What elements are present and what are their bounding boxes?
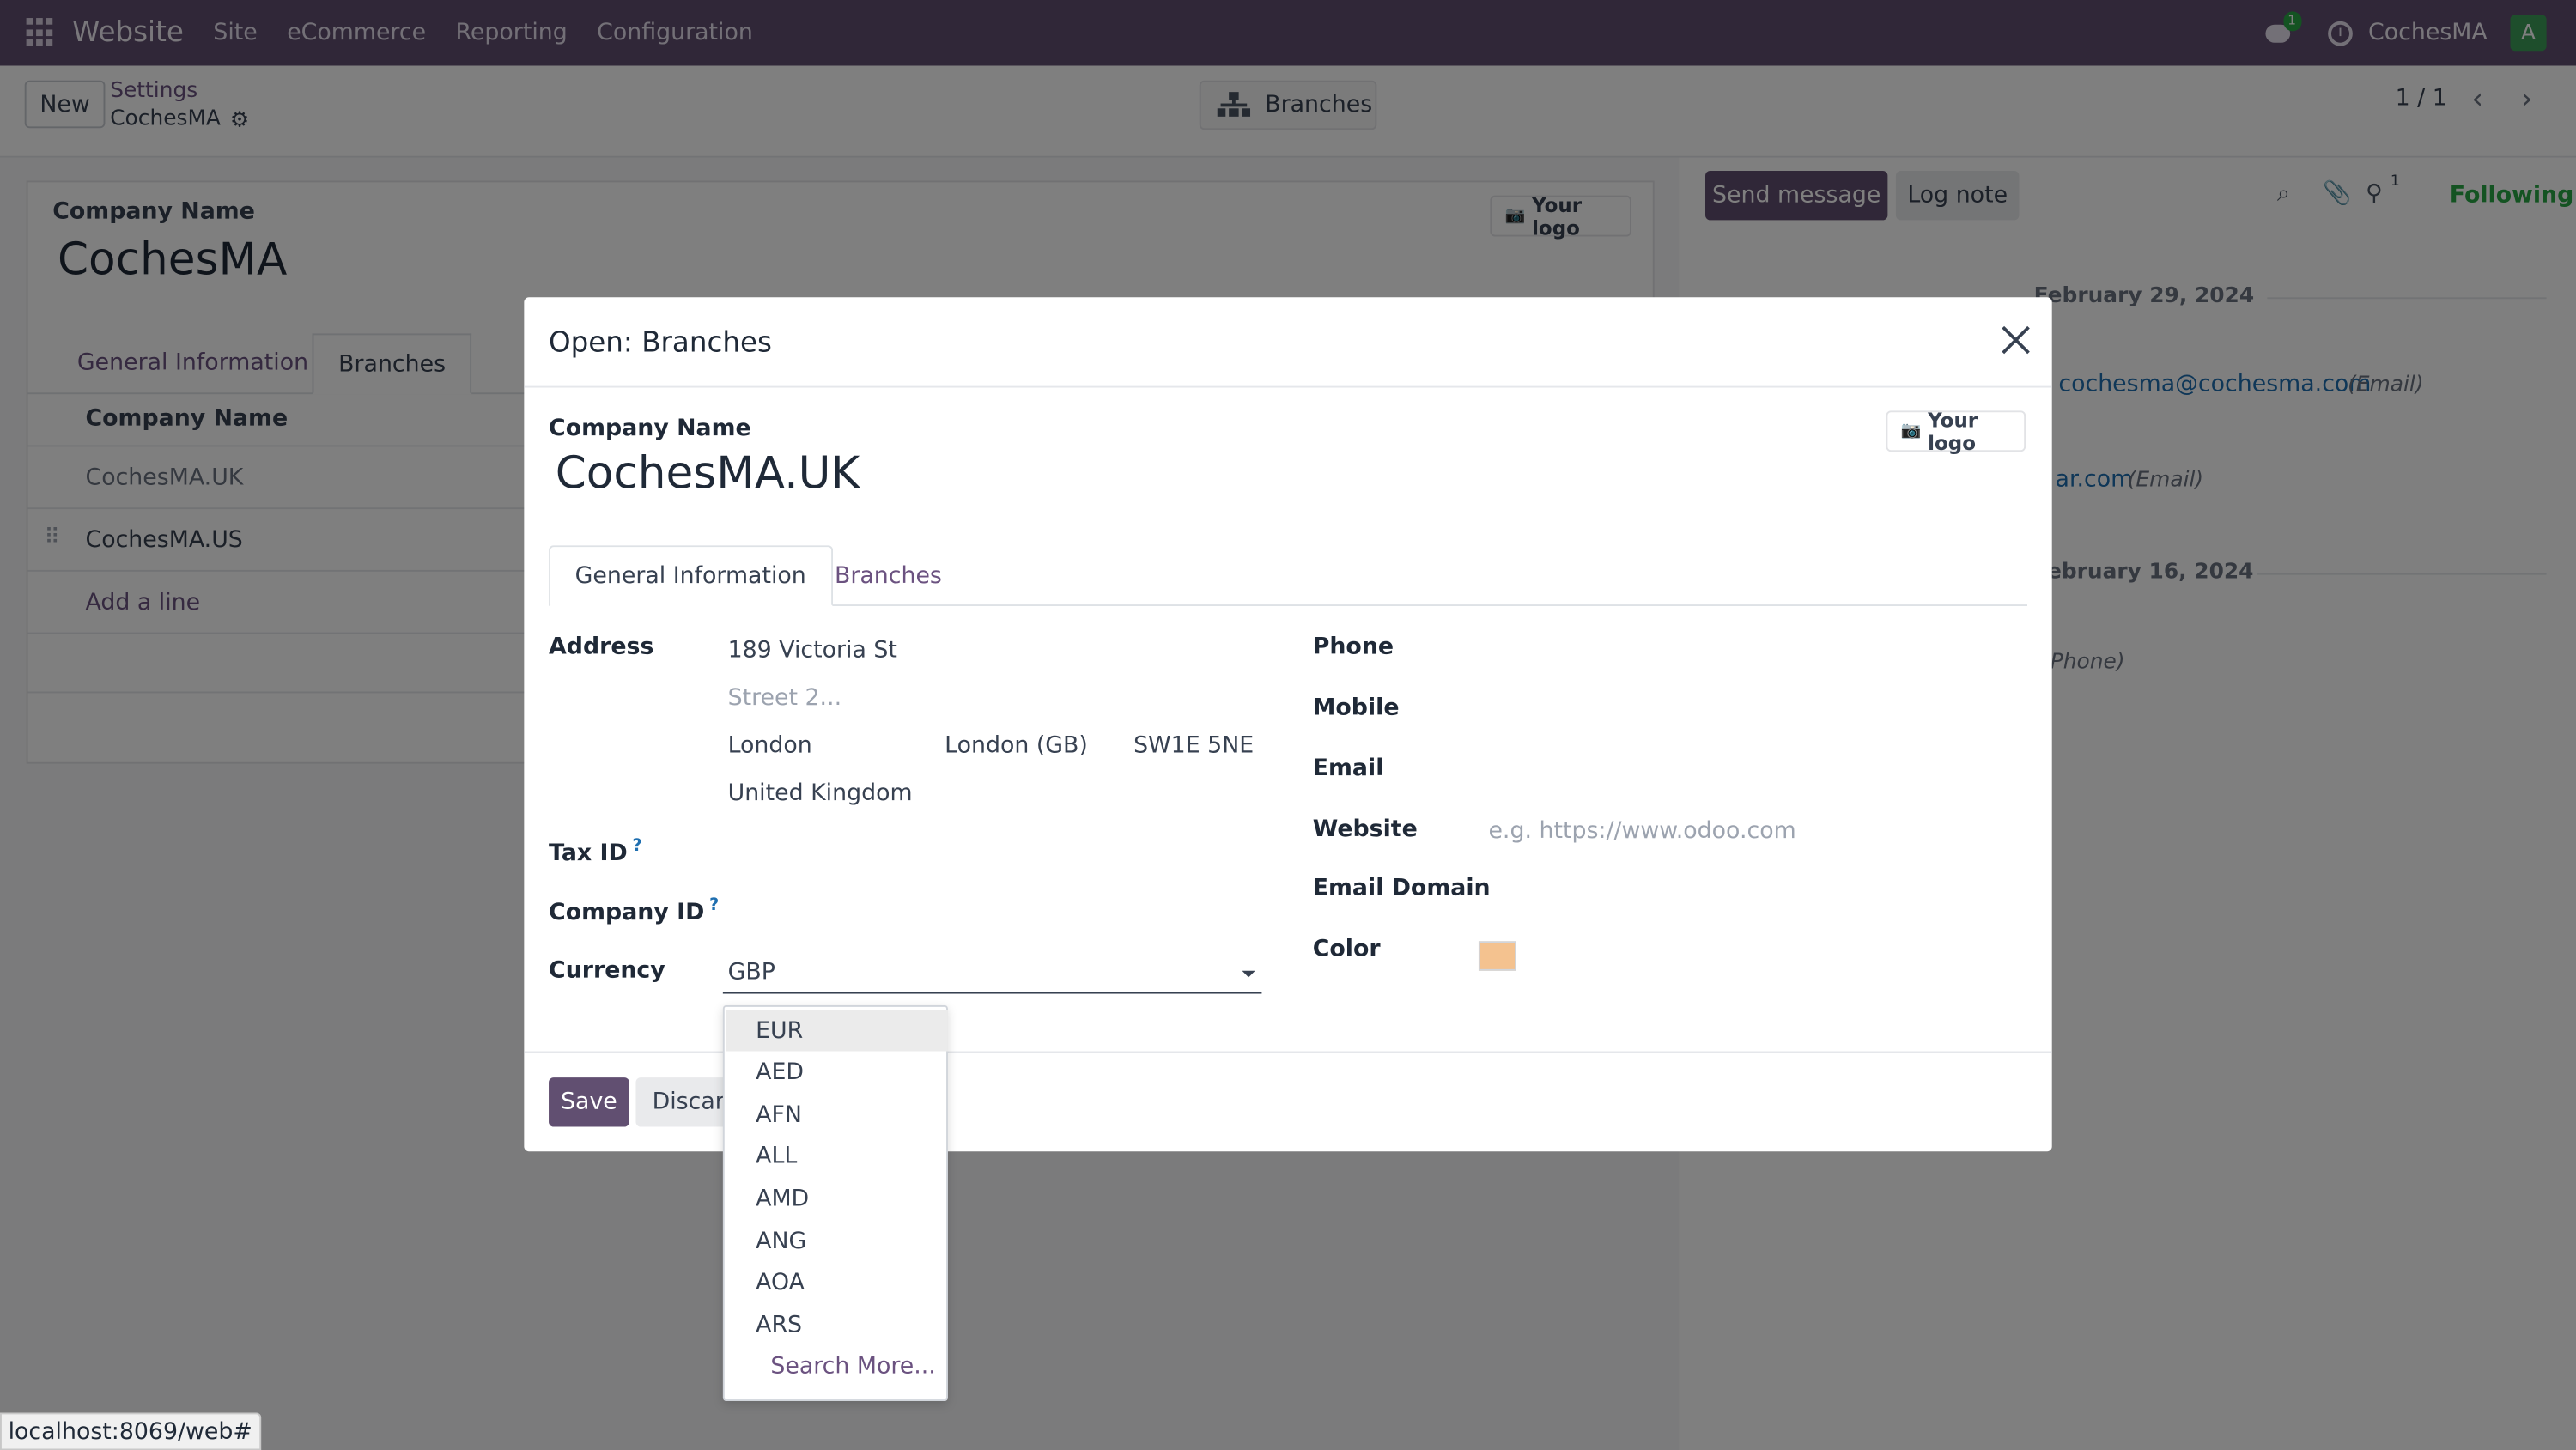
search-more-link[interactable]: Search More... <box>770 1354 935 1380</box>
company-name-label: Company Name <box>549 416 751 442</box>
currency-option[interactable]: ARS <box>726 1304 948 1345</box>
currency-select[interactable]: GBP <box>722 955 1262 994</box>
color-picker[interactable] <box>1478 941 1516 971</box>
currency-option[interactable]: ALL <box>726 1135 948 1176</box>
address-label: Address <box>549 634 654 661</box>
camera-icon: 📷 <box>1900 422 1922 440</box>
mobile-label: Mobile <box>1312 695 1400 721</box>
dialog-title: Open: Branches <box>549 326 772 361</box>
help-icon[interactable]: ? <box>633 838 642 856</box>
help-icon[interactable]: ? <box>709 897 719 915</box>
street2-input[interactable]: Street 2... <box>728 685 841 712</box>
currency-dropdown: EUR AED AFN ALL AMD ANG AOA ARS Search M… <box>722 1004 948 1402</box>
page: Website Site eCommerce Reporting Configu… <box>0 0 2576 1450</box>
tab-branches[interactable]: Branches <box>810 545 966 606</box>
currency-value: GBP <box>727 959 775 986</box>
currency-label: Currency <box>549 957 665 985</box>
currency-option[interactable]: AED <box>726 1052 948 1093</box>
currency-option[interactable]: AOA <box>726 1261 948 1302</box>
dialog-tabs: General Information Branches <box>549 545 2028 607</box>
caret-down-icon[interactable] <box>1242 970 1255 978</box>
country-input[interactable]: United Kingdom <box>728 780 913 807</box>
city-input[interactable]: London <box>728 732 812 759</box>
dialog-header: Open: Branches <box>524 297 2052 388</box>
email-label: Email <box>1312 755 1384 782</box>
website-input[interactable]: e.g. https://www.odoo.com <box>1488 818 1795 845</box>
save-button[interactable]: Save <box>549 1077 629 1127</box>
zip-input[interactable]: SW1E 5NE <box>1133 732 1254 759</box>
currency-option[interactable]: EUR <box>726 1010 948 1052</box>
close-icon[interactable] <box>1998 322 2034 358</box>
tax-id-label: Tax ID? <box>549 837 642 867</box>
browser-status-bar: localhost:8069/web# <box>0 1412 262 1450</box>
phone-label: Phone <box>1312 634 1394 661</box>
currency-option[interactable]: ANG <box>726 1221 948 1262</box>
email-domain-label: Email Domain <box>1312 875 1491 902</box>
state-input[interactable]: London (GB) <box>945 732 1088 759</box>
company-name-input[interactable]: CochesMA.UK <box>556 448 860 499</box>
your-logo-button[interactable]: 📷 Your logo <box>1886 408 2026 455</box>
currency-option[interactable]: AMD <box>726 1178 948 1219</box>
street-input[interactable]: 189 Victoria St <box>728 637 897 664</box>
currency-option[interactable]: AFN <box>726 1094 948 1135</box>
company-id-label: Company ID? <box>549 896 720 926</box>
your-logo-label: Your logo <box>1928 408 1978 455</box>
color-label: Color <box>1312 936 1381 963</box>
tab-general-information[interactable]: General Information <box>549 545 833 607</box>
website-label: Website <box>1312 816 1418 843</box>
